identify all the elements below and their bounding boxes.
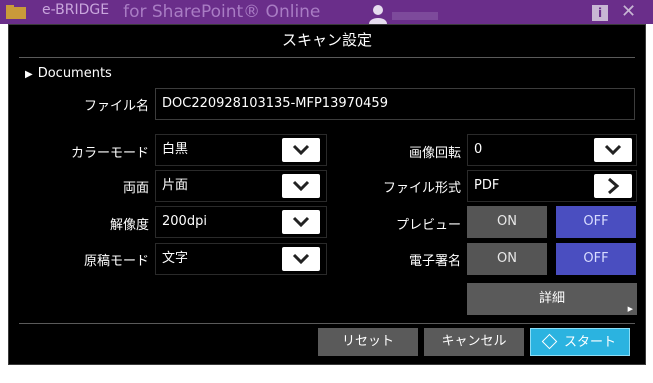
divider <box>19 323 635 324</box>
resolution-dropdown-button[interactable] <box>282 210 320 234</box>
chevron-down-icon <box>292 216 310 228</box>
app-subtitle: for SharePoint® Online <box>123 2 321 22</box>
app-header: e-BRIDGE for SharePoint® Online i ✕ <box>0 0 653 24</box>
chevron-down-icon <box>604 144 622 156</box>
digital-signature-label: 電子署名 <box>408 254 461 269</box>
corner-triangle-icon: ▶ <box>627 305 633 313</box>
expand-triangle-icon: ▶ <box>25 69 33 80</box>
details-button-label: 詳細 <box>538 291 565 306</box>
filename-input[interactable]: DOC220928103135-MFP13970459 <box>155 88 635 120</box>
info-icon[interactable]: i <box>592 5 608 21</box>
rotation-dropdown-button[interactable] <box>594 138 632 162</box>
chevron-down-icon <box>292 180 310 192</box>
resolution-label: 解像度 <box>109 218 149 233</box>
preview-label: プレビュー <box>395 218 461 233</box>
chevron-down-icon <box>292 253 310 265</box>
details-button[interactable]: 詳細 ▶ <box>467 283 637 315</box>
rotation-label: 画像回転 <box>408 146 461 161</box>
app-title: e-BRIDGE for SharePoint® Online <box>42 2 320 23</box>
background-edge <box>0 364 653 383</box>
original-mode-label: 原稿モード <box>83 254 149 269</box>
duplex-label: 両面 <box>122 181 149 196</box>
color-mode-dropdown-button[interactable] <box>282 138 320 162</box>
user-icon[interactable] <box>368 4 388 24</box>
folder-icon <box>6 5 26 19</box>
start-button-label: スタート <box>563 335 616 350</box>
preview-off-button[interactable]: OFF <box>556 206 636 238</box>
file-format-label: ファイル形式 <box>382 181 461 196</box>
preview-on-button[interactable]: ON <box>467 206 547 238</box>
background-edge <box>646 24 653 364</box>
breadcrumb-label: Documents <box>37 66 112 81</box>
file-format-next-button[interactable] <box>594 174 632 198</box>
start-button[interactable]: スタート <box>530 328 630 356</box>
scan-settings-dialog: スキャン設定 ▶ Documents ファイル名 DOC220928103135-… <box>8 24 646 365</box>
filename-label: ファイル名 <box>83 99 149 114</box>
cancel-button[interactable]: キャンセル <box>424 328 524 356</box>
original-mode-dropdown-button[interactable] <box>282 247 320 271</box>
user-name-placeholder <box>392 12 438 20</box>
dialog-title: スキャン設定 <box>281 31 372 49</box>
color-mode-label: カラーモード <box>70 146 149 161</box>
start-diamond-icon <box>541 333 558 350</box>
chevron-right-icon <box>608 177 620 195</box>
signature-on-button[interactable]: ON <box>467 243 547 275</box>
app-brand: e-BRIDGE <box>42 2 110 18</box>
close-icon[interactable]: ✕ <box>621 1 636 22</box>
duplex-dropdown-button[interactable] <box>282 174 320 198</box>
divider <box>19 57 635 58</box>
chevron-down-icon <box>292 144 310 156</box>
signature-off-button[interactable]: OFF <box>556 243 636 275</box>
breadcrumb[interactable]: ▶ Documents <box>25 66 112 81</box>
reset-button[interactable]: リセット <box>318 328 418 356</box>
